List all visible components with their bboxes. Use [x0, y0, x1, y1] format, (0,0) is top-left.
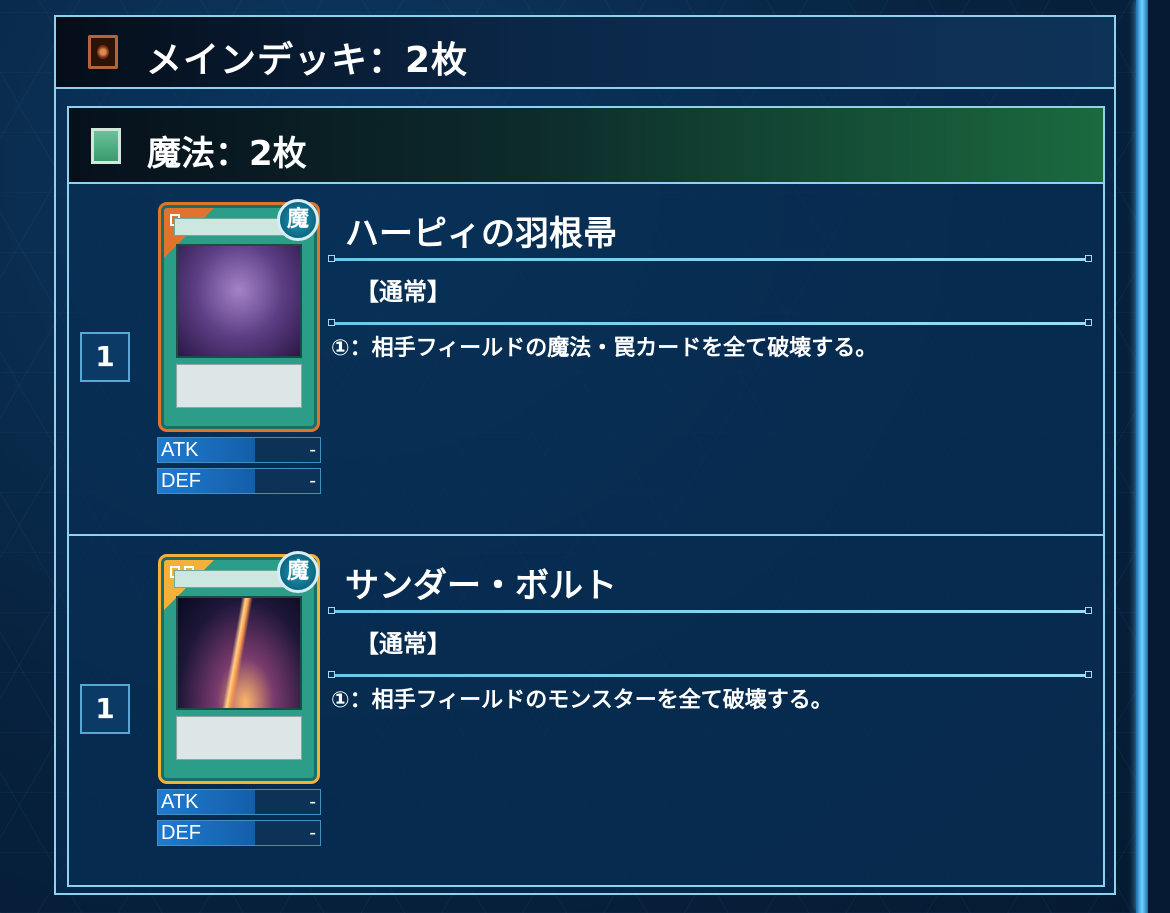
atk-label: ATK: [161, 439, 199, 461]
main-deck-title: メインデッキ：2枚: [146, 40, 469, 81]
card-name: ハーピィの羽根帚: [345, 214, 617, 254]
atk-value: -: [309, 791, 316, 813]
divider: [328, 671, 1092, 678]
card-back-icon: [88, 35, 118, 69]
feather-broom-art: [176, 244, 302, 358]
def-label: DEF: [161, 470, 201, 492]
spell-square-icon: [91, 128, 121, 164]
spell-section-header: 魔法：2枚: [69, 108, 1103, 184]
card-name: サンダー・ボルト: [345, 566, 617, 606]
right-scroll-rail[interactable]: [1136, 0, 1148, 913]
spell-section-title: 魔法：2枚: [147, 134, 307, 174]
def-value: -: [309, 822, 316, 844]
divider: [328, 319, 1092, 326]
card-type: 【通常】: [355, 630, 451, 658]
card-effect-text: ①：相手フィールドの魔法・罠カードを全て破壊する。: [331, 336, 878, 361]
card-row[interactable]: 1 魔 ATK - DEF - サンダー・ボルト 【通常】 ①：相手フィールドの…: [69, 536, 1103, 888]
atk-value: -: [309, 439, 316, 461]
card-type: 【通常】: [355, 278, 451, 306]
spell-section: 魔法：2枚 1 魔 ATK - DEF - ハーピィの羽根帚 【通常】 ①：相手…: [67, 106, 1105, 887]
atk-stat: ATK -: [157, 789, 321, 815]
card-effect-text: ①：相手フィールドのモンスターを全て破壊する。: [331, 688, 833, 713]
main-deck-panel: メインデッキ：2枚 魔法：2枚 1 魔 ATK - DEF - ハーピィの羽根帚…: [54, 15, 1116, 895]
divider: [328, 607, 1092, 614]
right-edge: [1148, 0, 1170, 913]
atk-label: ATK: [161, 791, 199, 813]
def-stat: DEF -: [157, 820, 321, 846]
lightning-art: [176, 596, 302, 710]
card-text-box: [176, 716, 302, 760]
spell-attribute-icon: 魔: [277, 551, 319, 593]
divider: [328, 255, 1092, 262]
def-value: -: [309, 470, 316, 492]
spell-attribute-icon: 魔: [277, 199, 319, 241]
def-label: DEF: [161, 822, 201, 844]
card-text-box: [176, 364, 302, 408]
card-count-badge: 1: [80, 684, 130, 734]
card-count-badge: 1: [80, 332, 130, 382]
card-row[interactable]: 1 魔 ATK - DEF - ハーピィの羽根帚 【通常】 ①：相手フィールドの…: [69, 184, 1103, 536]
def-stat: DEF -: [157, 468, 321, 494]
main-deck-header: メインデッキ：2枚: [56, 17, 1114, 89]
atk-stat: ATK -: [157, 437, 321, 463]
